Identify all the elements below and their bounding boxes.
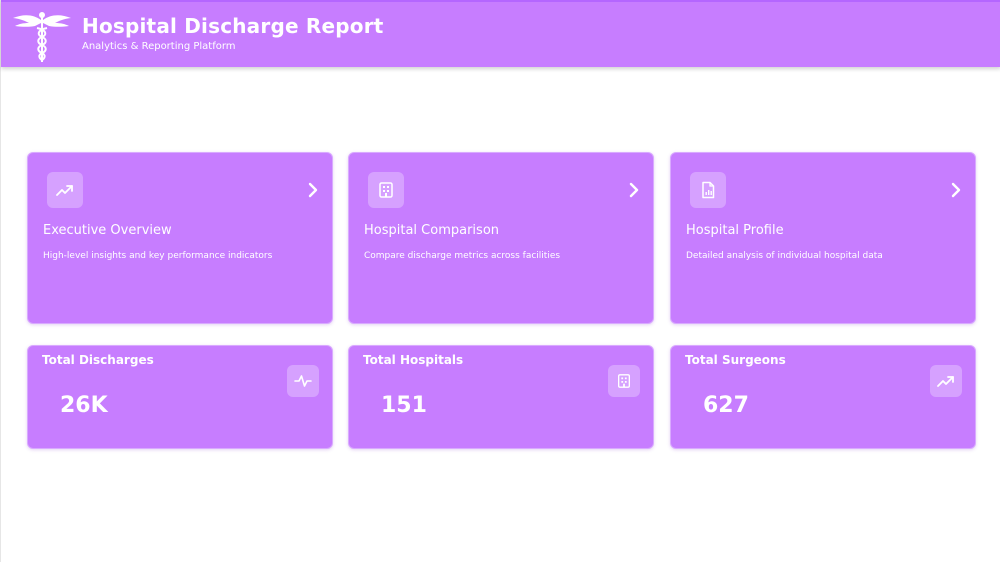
- document-chart-icon: [690, 172, 726, 208]
- stat-label: Total Discharges: [42, 353, 154, 367]
- stat-label: Total Surgeons: [685, 353, 786, 367]
- card-title: Executive Overview: [43, 223, 172, 238]
- stat-value: 151: [381, 393, 427, 418]
- nav-card-hospital-comparison[interactable]: Hospital Comparison Compare discharge me…: [348, 152, 654, 324]
- hospital-building-icon: [368, 172, 404, 208]
- nav-card-executive-overview[interactable]: Executive Overview High-level insights a…: [27, 152, 333, 324]
- nav-card-hospital-profile[interactable]: Hospital Profile Detailed analysis of in…: [670, 152, 976, 324]
- stat-label: Total Hospitals: [363, 353, 464, 367]
- card-title: Hospital Profile: [686, 223, 784, 238]
- chevron-right-icon: [627, 180, 641, 200]
- card-description: Compare discharge metrics across facilit…: [364, 251, 561, 261]
- trending-up-icon: [930, 365, 962, 397]
- page-title: Hospital Discharge Report: [82, 14, 384, 38]
- card-title: Hospital Comparison: [364, 223, 500, 238]
- stat-card-total-hospitals: Total Hospitals 151: [348, 345, 654, 449]
- chevron-right-icon: [949, 180, 963, 200]
- trending-up-icon: [47, 172, 83, 208]
- card-description: High-level insights and key performance …: [43, 251, 273, 261]
- page-subtitle: Analytics & Reporting Platform: [82, 41, 236, 52]
- stat-card-total-discharges: Total Discharges 26K: [27, 345, 333, 449]
- stat-value: 26K: [60, 393, 108, 418]
- card-description: Detailed analysis of individual hospital…: [686, 251, 883, 261]
- activity-pulse-icon: [287, 365, 319, 397]
- chevron-right-icon: [306, 180, 320, 200]
- stat-value: 627: [703, 393, 749, 418]
- stat-card-total-surgeons: Total Surgeons 627: [670, 345, 976, 449]
- hospital-building-icon: [608, 365, 640, 397]
- caduceus-icon: [11, 8, 73, 64]
- app-header: Hospital Discharge Report Analytics & Re…: [1, 0, 1000, 67]
